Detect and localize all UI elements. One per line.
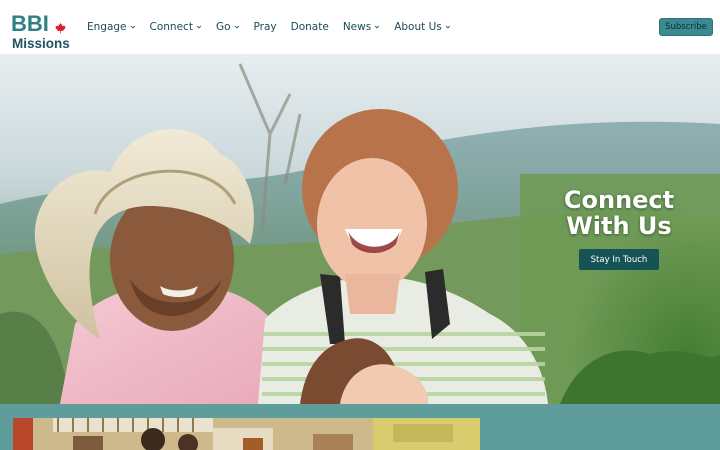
nav-item-label: Donate (290, 21, 329, 33)
chevron-down-icon (445, 25, 450, 29)
nav-item-label: About Us (394, 21, 442, 33)
logo-bbi-text: BBI (11, 11, 49, 36)
nav-item-label: Pray (253, 21, 277, 33)
nav-item-label: Go (215, 21, 231, 33)
stay-in-touch-button[interactable]: Stay In Touch (579, 249, 659, 270)
chevron-down-icon (375, 25, 380, 29)
main-nav: Engage Connect Go Pray Donate News About… (87, 18, 465, 36)
hero-title-line1: Connect (563, 186, 675, 214)
logo-missions-text: Missions (12, 36, 70, 51)
nav-item-connect[interactable]: Connect (150, 18, 202, 36)
bbi-missions-logo[interactable]: BBI Missions (11, 12, 75, 52)
subscribe-button[interactable]: Subscribe (659, 18, 713, 36)
maple-leaf-icon (55, 22, 66, 34)
nav-item-go[interactable]: Go (216, 18, 240, 36)
nav-item-donate[interactable]: Donate (291, 18, 329, 36)
nav-item-about-us[interactable]: About Us (394, 18, 451, 36)
group-photo-image (13, 418, 480, 450)
group-photo (13, 418, 480, 450)
hero-title-line2: With Us (566, 212, 672, 240)
nav-item-pray[interactable]: Pray (254, 18, 277, 36)
hero-banner: Connect With Us Stay In Touch (0, 54, 720, 404)
nav-item-label: Engage (87, 21, 127, 33)
nav-item-engage[interactable]: Engage (87, 18, 136, 36)
chevron-down-icon (130, 25, 135, 29)
site-header: BBI Missions Engage Connect Go Pray Dona… (0, 0, 720, 54)
nav-item-label: Connect (149, 21, 193, 33)
nav-item-news[interactable]: News (343, 18, 380, 36)
nav-item-label: News (342, 21, 372, 33)
hero-heading: Connect With Us (548, 187, 690, 239)
chevron-down-icon (234, 25, 239, 29)
chevron-down-icon (196, 25, 202, 29)
